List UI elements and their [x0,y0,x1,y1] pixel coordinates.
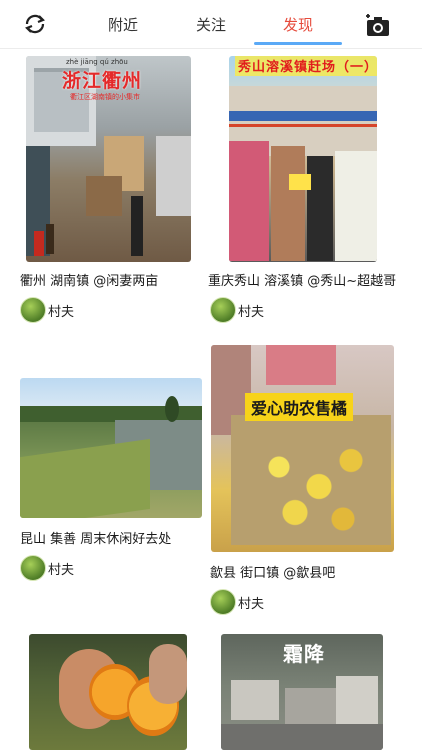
post-image-market-xiushan[interactable]: 秀山溶溪镇赶场（一） [229,56,377,262]
post-caption[interactable]: 歙县 街口镇 @歙县吧 [210,562,335,581]
post-image-riverside-kunshan[interactable] [20,378,202,518]
avatar[interactable] [20,555,46,581]
avatar[interactable] [210,589,236,615]
camera-add-icon[interactable] [364,14,392,38]
image-title-overlay: 浙江衢州 [62,70,143,92]
author-name[interactable]: 村夫 [48,301,74,320]
tab-discover-indicator [254,42,342,45]
avatar[interactable] [20,297,46,323]
tab-nearby[interactable]: 附近 [108,14,138,35]
post-image-oranges-shexian[interactable]: 爱心助农售橘 [211,345,394,552]
author-name[interactable]: 村夫 [238,301,264,320]
top-nav-bar: 附近 关注 发现 [0,0,422,49]
post-caption[interactable]: 昆山 集善 周末休闲好去处 [20,528,202,547]
image-subtitle-overlay: 衢江区湖南镇的小集市 [70,93,140,101]
image-title-overlay: 秀山溶溪镇赶场（一） [235,56,377,76]
post-image-market-quzhou[interactable]: 浙江衢州 zhè jiāng qú zhōu 衢江区湖南镇的小集市 [26,56,191,262]
image-title-overlay: 霜降 [283,642,325,666]
image-pinyin-overlay: zhè jiāng qú zhōu [66,58,128,66]
avatar[interactable] [210,297,236,323]
refresh-icon[interactable] [22,13,48,35]
post-image-sliced-orange[interactable] [29,634,187,750]
tab-follow[interactable]: 关注 [196,14,226,35]
post-caption[interactable]: 重庆秀山 溶溪镇 @秀山~超越哥 [208,270,396,289]
author-name[interactable]: 村夫 [238,593,264,612]
author-name[interactable]: 村夫 [48,559,74,578]
image-title-overlay: 爱心助农售橘 [245,393,354,421]
tab-discover[interactable]: 发现 [283,14,313,35]
post-caption[interactable]: 衢州 湖南镇 @闲妻两亩 [20,270,200,289]
post-image-village-frost[interactable]: 霜降 [221,634,383,750]
